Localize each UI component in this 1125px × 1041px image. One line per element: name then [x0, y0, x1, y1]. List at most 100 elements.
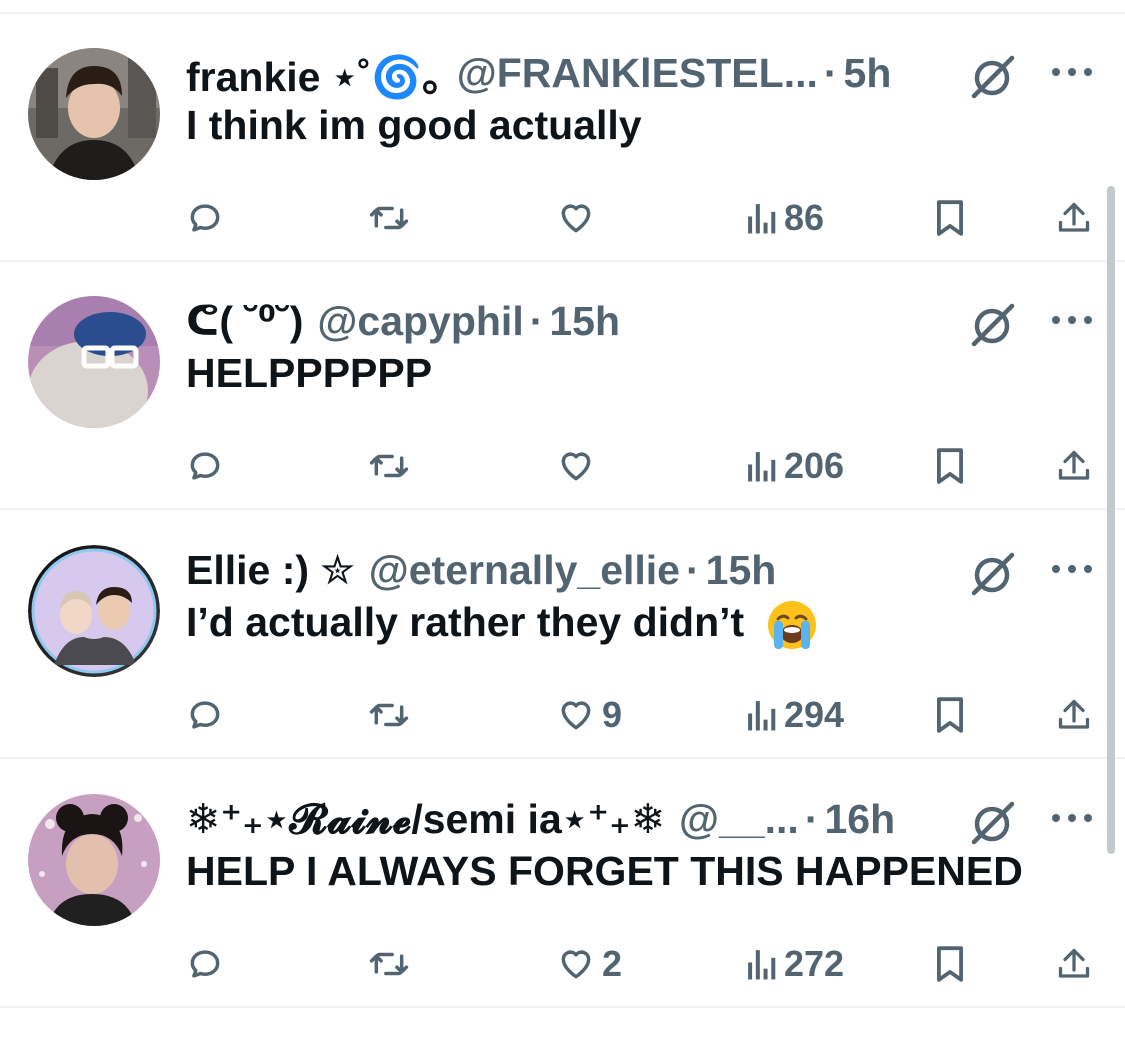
like-count: 2	[602, 943, 623, 984]
share-icon	[1058, 202, 1090, 232]
reply-icon	[190, 204, 220, 232]
bookmark-icon	[937, 448, 963, 484]
more-options-icon[interactable]	[1048, 557, 1096, 581]
action-bar: 206	[0, 436, 1125, 496]
more-options-icon[interactable]	[1048, 806, 1096, 830]
action-bar: 2 272	[0, 934, 1125, 994]
repost-button[interactable]	[368, 685, 410, 745]
avatar[interactable]	[28, 794, 160, 926]
views-button[interactable]: 272	[746, 934, 844, 994]
timestamp[interactable]: 15h	[549, 298, 620, 345]
grok-icon[interactable]	[968, 798, 1016, 846]
tweet-header: ᕦ( ˘⁰˘) @capyphil · 15h	[186, 296, 946, 346]
grok-icon[interactable]	[968, 300, 1016, 348]
tweet[interactable]: ❄︎⁺₊⋆𝓡𝓪𝓲𝓷𝓮/semi ia⋆⁺₊❄︎ @__... · 16h HEL…	[0, 794, 1125, 1004]
share-button[interactable]	[1056, 188, 1092, 248]
tweet-header: ❄︎⁺₊⋆𝓡𝓪𝓲𝓷𝓮/semi ia⋆⁺₊❄︎ @__... · 16h	[186, 794, 946, 844]
separator-dot: ·	[529, 297, 544, 344]
loudly-crying-face-icon	[767, 601, 816, 650]
tweet-text: I think im good actually	[186, 102, 642, 148]
like-button[interactable]	[556, 436, 602, 496]
top-divider	[0, 12, 1125, 14]
tweet-text: I’d actually rather they didn’t	[186, 599, 745, 645]
bookmark-icon	[937, 946, 963, 982]
view-count: 86	[784, 197, 825, 238]
tweet-header: frankie ⋆˚🌀｡ @FRANKlESTEL... · 5h	[186, 48, 946, 101]
reply-icon	[190, 452, 220, 480]
user-handle[interactable]: @eternally_ellie	[369, 547, 680, 594]
scrollbar[interactable]	[1107, 186, 1115, 854]
like-button[interactable]: 9	[556, 685, 622, 745]
like-button[interactable]	[556, 188, 602, 248]
repost-icon	[369, 454, 409, 478]
views-button[interactable]: 86	[746, 188, 824, 248]
user-handle[interactable]: @capyphil	[317, 298, 523, 345]
bookmark-button[interactable]	[934, 685, 966, 745]
reply-button[interactable]	[186, 188, 224, 248]
bookmark-button[interactable]	[934, 188, 966, 248]
display-name[interactable]: ᕦ( ˘⁰˘)	[186, 297, 303, 345]
reply-icon	[190, 950, 220, 978]
action-bar: 9 294	[0, 685, 1125, 745]
share-icon	[1058, 450, 1090, 480]
timestamp[interactable]: 5h	[844, 50, 892, 97]
repost-button[interactable]	[368, 188, 410, 248]
heart-icon	[561, 950, 591, 979]
heart-icon	[561, 701, 591, 730]
tweet[interactable]: Ellie :) ✮ @eternally_ellie · 15h I’d ac…	[0, 545, 1125, 755]
tweet-text: HELPPPPPP	[186, 350, 433, 396]
share-icon	[1058, 699, 1090, 729]
separator-dot: ·	[685, 546, 700, 593]
share-button[interactable]	[1056, 934, 1092, 994]
views-chart-icon	[748, 452, 776, 482]
reply-button[interactable]	[186, 436, 224, 496]
repost-button[interactable]	[368, 436, 410, 496]
display-name[interactable]: frankie ⋆˚🌀｡	[186, 43, 443, 103]
tweet-text: HELP I ALWAYS FORGET THIS HAPPENED	[186, 848, 1023, 894]
view-count: 206	[784, 445, 845, 486]
tweet-divider	[0, 1006, 1125, 1008]
tweet-text-container: I’d actually rather they didn’t	[186, 599, 818, 651]
bookmark-button[interactable]	[934, 934, 966, 994]
timestamp[interactable]: 15h	[706, 547, 777, 594]
views-button[interactable]: 206	[746, 436, 844, 496]
avatar[interactable]	[28, 296, 160, 428]
user-handle[interactable]: @__...	[679, 796, 799, 843]
repost-icon	[369, 703, 409, 727]
heart-icon	[561, 452, 591, 481]
tweet-divider	[0, 508, 1125, 510]
reply-button[interactable]	[186, 934, 224, 994]
avatar[interactable]	[28, 545, 160, 677]
like-count: 9	[602, 694, 623, 735]
repost-button[interactable]	[368, 934, 410, 994]
grok-icon[interactable]	[968, 52, 1016, 100]
user-handle[interactable]: @FRANKlESTEL...	[457, 50, 818, 97]
avatar[interactable]	[28, 48, 160, 180]
tweet-divider	[0, 757, 1125, 759]
reply-icon	[190, 701, 220, 729]
bookmark-icon	[937, 200, 963, 236]
views-chart-icon	[748, 701, 776, 731]
views-button[interactable]: 294	[746, 685, 844, 745]
bookmark-icon	[937, 697, 963, 733]
bookmark-button[interactable]	[934, 436, 966, 496]
grok-icon[interactable]	[968, 549, 1016, 597]
repost-icon	[369, 952, 409, 976]
tweet[interactable]: ᕦ( ˘⁰˘) @capyphil · 15h HELPPPPPP 206	[0, 296, 1125, 506]
share-button[interactable]	[1056, 685, 1092, 745]
display-name[interactable]: Ellie :) ✮	[186, 546, 355, 594]
separator-dot: ·	[823, 49, 838, 96]
tweet-divider	[0, 260, 1125, 262]
like-button[interactable]: 2	[556, 934, 622, 994]
tweet[interactable]: frankie ⋆˚🌀｡ @FRANKlESTEL... · 5h I thin…	[0, 48, 1125, 258]
more-options-icon[interactable]	[1048, 308, 1096, 332]
display-name[interactable]: ❄︎⁺₊⋆𝓡𝓪𝓲𝓷𝓮/semi ia⋆⁺₊❄︎	[186, 795, 665, 844]
separator-dot: ·	[804, 795, 819, 842]
timestamp[interactable]: 16h	[824, 796, 895, 843]
share-button[interactable]	[1056, 436, 1092, 496]
repost-icon	[369, 206, 409, 230]
reply-button[interactable]	[186, 685, 224, 745]
action-bar: 86	[0, 188, 1125, 248]
more-options-icon[interactable]	[1048, 60, 1096, 84]
views-chart-icon	[748, 950, 776, 980]
